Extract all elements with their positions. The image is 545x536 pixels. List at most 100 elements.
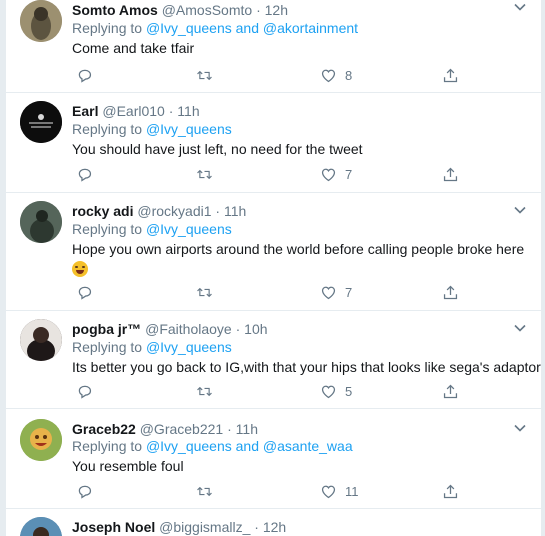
avatar[interactable] bbox=[20, 0, 62, 42]
display-name[interactable]: Somto Amos bbox=[72, 2, 158, 18]
display-name[interactable]: Earl bbox=[72, 103, 98, 119]
handle[interactable]: @Faitholaoye bbox=[145, 321, 232, 337]
mention-link[interactable]: @Ivy_queens and @akortainment bbox=[146, 20, 358, 36]
reply-feed: Somto Amos @AmosSomto · 12h Replying to … bbox=[0, 0, 545, 536]
tweet[interactable]: Earl @Earl010 · 11h Replying to @Ivy_que… bbox=[6, 93, 541, 193]
like-count: 11 bbox=[345, 483, 359, 499]
reply-icon bbox=[78, 168, 92, 182]
tweet[interactable]: Graceb22 @Graceb221 · 11h Replying to @I… bbox=[6, 409, 541, 509]
reply-button[interactable] bbox=[76, 381, 93, 401]
reply-button[interactable] bbox=[76, 282, 93, 302]
tweet[interactable]: pogba jr™ @Faitholaoye · 10h Replying to… bbox=[6, 311, 541, 409]
mention-link[interactable]: @Ivy_queens and @asante_waa bbox=[146, 438, 353, 454]
like-icon bbox=[321, 286, 336, 299]
retweet-icon bbox=[197, 486, 212, 496]
share-button[interactable] bbox=[442, 65, 459, 85]
reply-icon bbox=[78, 69, 92, 83]
timestamp[interactable]: 12h bbox=[263, 519, 286, 535]
tweet-text: You should have just left, no need for t… bbox=[72, 141, 363, 157]
replying-to: Replying to @Ivy_queens bbox=[72, 221, 232, 237]
handle[interactable]: @rockyadi1 bbox=[137, 203, 211, 219]
avatar[interactable] bbox=[20, 201, 62, 243]
tweet-header: Joseph Noel @biggismallz_ · 12h bbox=[72, 519, 287, 535]
timestamp[interactable]: 11h bbox=[224, 203, 246, 219]
retweet-icon bbox=[197, 287, 212, 297]
like-icon bbox=[321, 485, 336, 498]
like-count: 8 bbox=[345, 67, 353, 83]
like-button[interactable]: 11 bbox=[320, 481, 359, 501]
reply-icon bbox=[78, 385, 92, 399]
like-icon bbox=[321, 69, 336, 82]
share-button[interactable] bbox=[442, 381, 459, 401]
display-name[interactable]: Joseph Noel bbox=[72, 519, 155, 535]
share-icon bbox=[443, 285, 458, 299]
like-icon bbox=[321, 385, 336, 398]
avatar[interactable] bbox=[20, 319, 62, 361]
tweet-text: Come and take tfair bbox=[72, 40, 195, 56]
share-button[interactable] bbox=[442, 481, 459, 501]
tweet-actions: 11 bbox=[72, 481, 492, 501]
display-name[interactable]: rocky adi bbox=[72, 203, 133, 219]
handle[interactable]: @AmosSomto bbox=[162, 2, 252, 18]
tweet[interactable]: Somto Amos @AmosSomto · 12h Replying to … bbox=[6, 0, 541, 93]
mention-link[interactable]: @Ivy_queens bbox=[146, 339, 232, 355]
like-button[interactable]: 5 bbox=[320, 381, 352, 401]
retweet-icon bbox=[197, 386, 212, 396]
share-icon bbox=[443, 167, 458, 181]
retweet-button[interactable] bbox=[196, 65, 213, 85]
reply-button[interactable] bbox=[76, 481, 93, 501]
timestamp[interactable]: 12h bbox=[265, 2, 288, 18]
mention-link[interactable]: @Ivy_queens bbox=[146, 121, 232, 137]
retweet-button[interactable] bbox=[196, 481, 213, 501]
share-button[interactable] bbox=[442, 282, 459, 302]
share-button[interactable] bbox=[442, 164, 459, 184]
retweet-icon bbox=[197, 169, 212, 179]
timestamp[interactable]: 10h bbox=[244, 321, 267, 337]
avatar[interactable] bbox=[20, 101, 62, 143]
handle[interactable]: @Graceb221 bbox=[140, 421, 223, 437]
display-name[interactable]: Graceb22 bbox=[72, 421, 136, 437]
tweet-actions: 8 bbox=[72, 65, 492, 85]
like-button[interactable]: 8 bbox=[320, 65, 352, 85]
reply-icon bbox=[78, 485, 92, 499]
avatar[interactable] bbox=[20, 419, 62, 461]
tears-of-joy-emoji-icon bbox=[72, 261, 88, 277]
timestamp[interactable]: 11h bbox=[177, 103, 199, 119]
share-icon bbox=[443, 68, 458, 82]
display-name[interactable]: pogba jr™ bbox=[72, 321, 141, 337]
handle[interactable]: @Earl010 bbox=[102, 103, 164, 119]
retweet-button[interactable] bbox=[196, 164, 213, 184]
retweet-button[interactable] bbox=[196, 282, 213, 302]
mention-link[interactable]: @Ivy_queens bbox=[146, 221, 232, 237]
tweet-actions: 5 bbox=[72, 381, 492, 401]
tweet-header: pogba jr™ @Faitholaoye · 10h bbox=[72, 321, 268, 337]
caret-down-icon[interactable] bbox=[513, 321, 527, 335]
caret-down-icon[interactable] bbox=[513, 0, 527, 14]
tweet-actions: 7 bbox=[72, 164, 492, 184]
retweet-icon bbox=[197, 70, 212, 80]
like-count: 7 bbox=[345, 284, 353, 300]
reply-button[interactable] bbox=[76, 65, 93, 85]
retweet-button[interactable] bbox=[196, 381, 213, 401]
tweet-text: You resemble foul bbox=[72, 458, 184, 474]
reply-icon bbox=[78, 286, 92, 300]
avatar[interactable] bbox=[20, 517, 62, 536]
share-icon bbox=[443, 484, 458, 498]
like-count: 5 bbox=[345, 383, 353, 399]
caret-down-icon[interactable] bbox=[513, 421, 527, 435]
like-button[interactable]: 7 bbox=[320, 164, 352, 184]
like-button[interactable]: 7 bbox=[320, 282, 352, 302]
tweet[interactable]: rocky adi @rockyadi1 · 11h Replying to @… bbox=[6, 193, 541, 311]
caret-down-icon[interactable] bbox=[513, 203, 527, 217]
replying-to: Replying to @Ivy_queens and @asante_waa bbox=[72, 438, 353, 454]
tweet-actions: 7 bbox=[72, 282, 492, 302]
reply-button[interactable] bbox=[76, 164, 93, 184]
timestamp[interactable]: 11h bbox=[236, 421, 258, 437]
tweet-text: Hope you own airports around the world b… bbox=[72, 239, 527, 279]
handle[interactable]: @biggismallz_ bbox=[159, 519, 250, 535]
share-icon bbox=[443, 384, 458, 398]
tweet[interactable]: Joseph Noel @biggismallz_ · 12h bbox=[6, 509, 541, 536]
like-count: 7 bbox=[345, 166, 353, 182]
replying-to: Replying to @Ivy_queens bbox=[72, 339, 232, 355]
tweet-text: Its better you go back to IG,with that y… bbox=[72, 359, 541, 375]
